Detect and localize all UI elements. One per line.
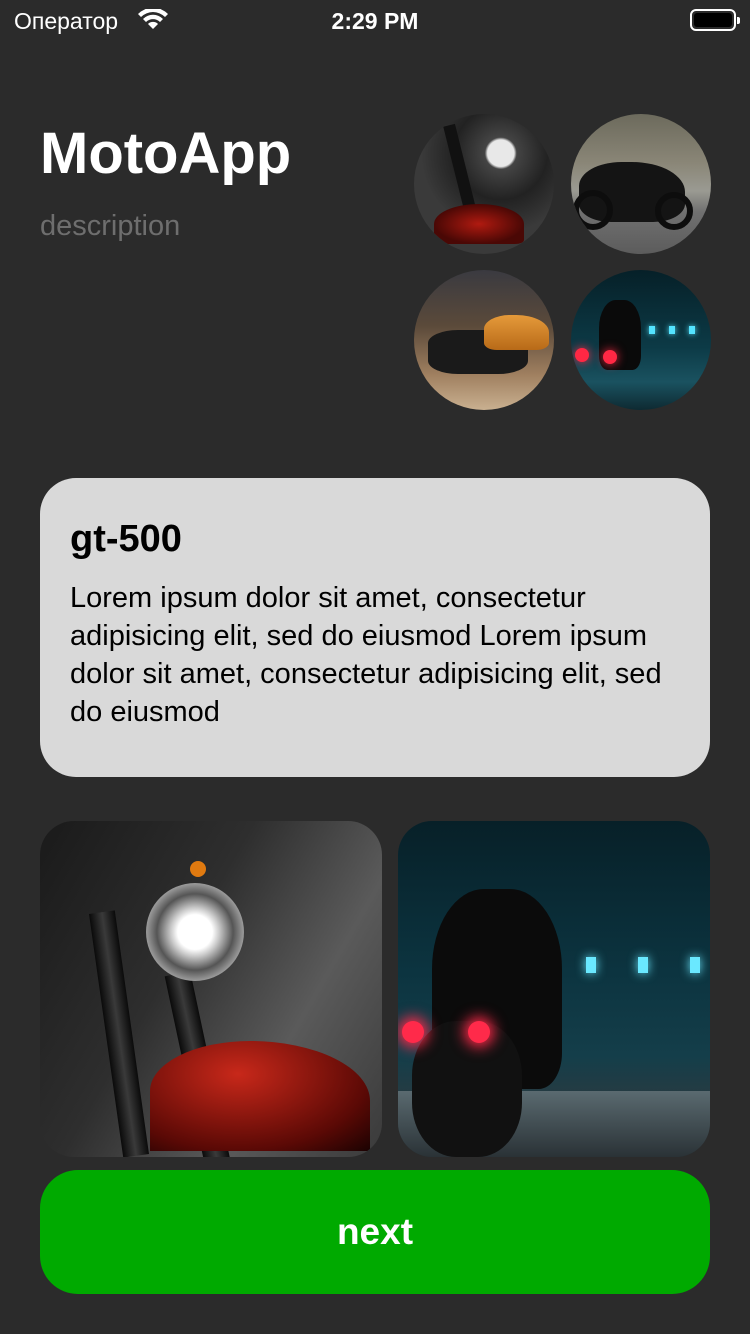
battery-icon [690, 9, 740, 31]
info-card: gt-500 Lorem ipsum dolor sit amet, conse… [40, 478, 710, 777]
next-button[interactable]: next [40, 1170, 710, 1294]
app-description: description [40, 210, 181, 242]
thumbnail-rider-on-road[interactable] [571, 114, 711, 254]
app-title: MotoApp [40, 121, 292, 186]
photo-motorcycle-headlight[interactable] [40, 821, 382, 1157]
photo-night-rider[interactable] [398, 821, 710, 1157]
thumbnail-orange-motorcycle[interactable] [414, 270, 554, 410]
thumbnail-night-rider[interactable] [571, 270, 711, 410]
thumbnail-motorcycle-headlight[interactable] [414, 114, 554, 254]
status-time: 2:29 PM [331, 8, 419, 34]
card-body: Lorem ipsum dolor sit amet, consectetur … [70, 582, 662, 728]
status-bar: Оператор 2:29 PM [0, 0, 750, 40]
card-title: gt-500 [70, 518, 182, 560]
